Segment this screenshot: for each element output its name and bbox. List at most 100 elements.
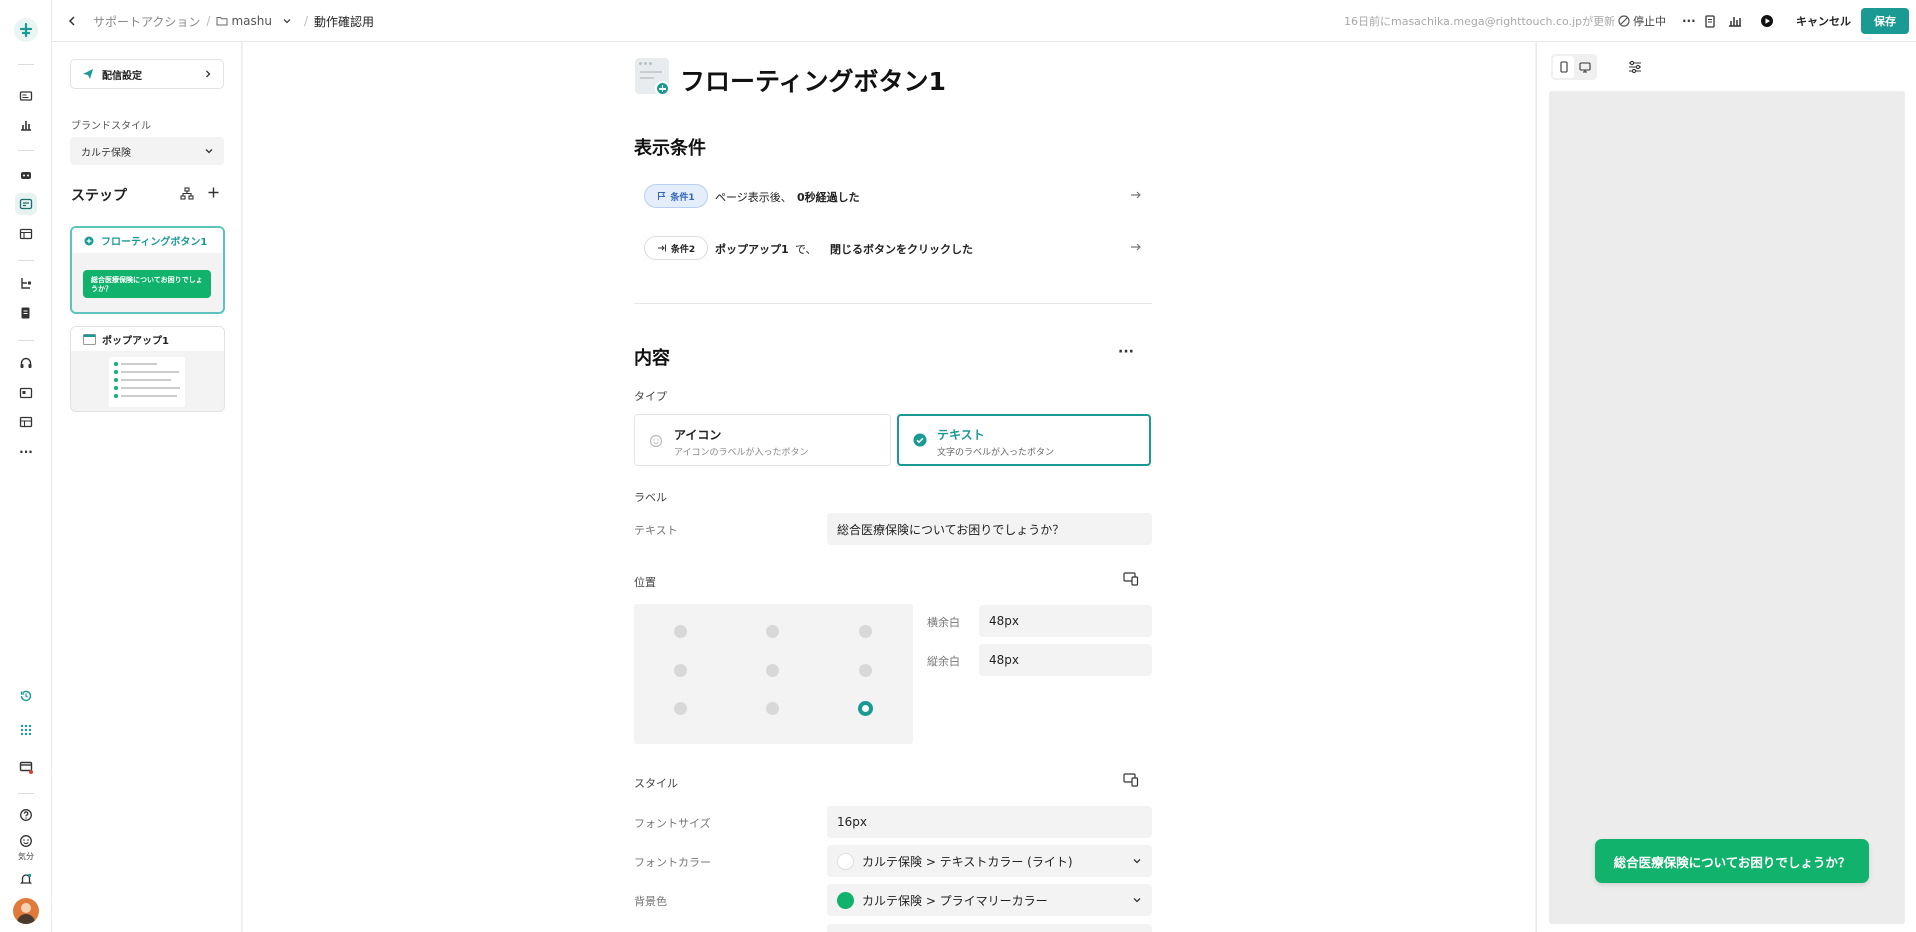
hierarchy-icon[interactable] [180,187,194,200]
save-button[interactable]: 保存 [1861,8,1909,34]
back-icon[interactable] [66,0,78,42]
step-card-floating-button[interactable]: フローティングボタン1 総合医療保険についてお困りでしょうか？ [70,226,225,314]
steps-title: ステップ [71,188,127,204]
responsive-icon[interactable] [1123,773,1139,787]
h-margin-input[interactable]: 48px [979,605,1152,637]
cancel-button[interactable]: キャンセル [1796,0,1851,42]
table-icon[interactable] [15,411,37,433]
label-text-input[interactable]: 総合医療保険についてお困りでしょうか？ [827,513,1152,545]
font-color-select[interactable]: カルテ保険 > テキストカラー (ライト) [827,845,1152,877]
updated-text: 16日前にmasachika.mega@righttouch.co.jpが更新 [1344,15,1616,28]
condition-badge: 条件2 [644,236,708,260]
chevron-down-icon [204,146,214,156]
add-circle-icon [84,236,94,246]
type-label: タイプ [634,390,667,403]
position-option[interactable] [674,625,687,638]
text-field-label: テキスト [634,524,678,537]
desktop-icon[interactable] [1575,56,1595,78]
font-size-input[interactable]: 16px [827,806,1152,838]
steps-panel: 配信設定 ブランドスタイル カルテ保険 ステップ フローティングボタン1 総合医… [52,42,242,932]
position-option[interactable] [766,664,779,677]
position-option[interactable] [674,702,687,715]
condition-target: ポップアップ1 [715,243,789,256]
app-root: ··· 気分 サポートアクション / mashu / 動作確認用 16日前にma… [0,0,1916,932]
conditions-heading: 表示条件 [634,138,706,159]
play-icon[interactable] [1760,0,1774,42]
hierarchy-icon[interactable] [15,272,37,294]
layout-icon[interactable] [15,223,37,245]
arrow-right-icon[interactable] [1130,242,1142,252]
font-color-value: カルテ保険 > テキストカラー (ライト) [862,854,1073,869]
settings-sliders-icon[interactable] [1628,60,1642,74]
condition-row[interactable]: 条件2 ポップアップ1 で、 閉じるボタンをクリックした [634,232,1152,266]
robot-icon[interactable] [15,164,37,186]
delivery-settings-button[interactable]: 配信設定 [70,59,224,89]
condition-row[interactable]: 条件1 ページ表示後、 0秒経過した [634,180,1152,214]
type-option-title: テキスト [937,428,985,442]
breadcrumb-page: 動作確認用 [314,14,375,29]
position-option-selected[interactable] [858,701,873,716]
mobile-icon[interactable] [1553,56,1574,78]
headset-icon[interactable] [15,352,37,374]
position-option[interactable] [766,625,779,638]
breadcrumb-folder[interactable]: mashu [231,14,272,28]
history-icon[interactable] [15,685,37,707]
condition-text: で、 [795,243,817,256]
logo-icon[interactable] [14,18,38,42]
help-icon[interactable] [15,804,37,826]
type-option-text[interactable]: テキスト 文字のラベルが入ったボタン [897,414,1151,466]
step-card-popup[interactable]: ポップアップ1 [70,326,225,412]
document-icon[interactable] [1704,0,1716,42]
window-icon[interactable] [15,756,37,778]
position-option[interactable] [859,625,872,638]
more-menu-button[interactable]: ··· [1682,0,1696,42]
position-grid[interactable] [634,604,913,744]
position-heading: 位置 [634,576,656,589]
analytics-icon[interactable] [1728,0,1742,42]
mood-label: 気分 [18,852,34,861]
more-icon[interactable]: ··· [15,441,37,463]
position-option[interactable] [766,702,779,715]
grid-icon[interactable] [15,719,37,741]
add-step-button[interactable] [207,186,220,199]
step-name: ポップアップ1 [102,335,169,347]
template-icon[interactable] [15,382,37,404]
arrow-right-icon[interactable] [1130,190,1142,200]
bg-color-select[interactable]: カルテ保険 > プライマリーカラー [827,884,1152,916]
folder-icon [216,16,228,26]
status-badge[interactable]: 停止中 [1618,0,1666,42]
type-option-icon[interactable]: アイコン アイコンのラベルが入ったボタン [634,414,891,466]
type-option-title: アイコン [674,428,722,442]
position-option[interactable] [674,664,687,677]
check-circle-icon [913,433,927,447]
chevron-down-icon [1132,856,1142,866]
style-heading: スタイル [634,777,678,790]
status-text: 停止中 [1633,15,1666,28]
divider [634,303,1152,304]
bell-icon[interactable] [15,868,37,890]
brand-style-label: ブランドスタイル [71,121,151,132]
responsive-icon[interactable] [1123,572,1139,586]
preview-floating-button[interactable]: 総合医療保険についてお困りでしょうか？ [1595,839,1869,883]
content-more-button[interactable]: ··· [1118,344,1134,360]
editor-main: フローティングボタン1 表示条件 条件1 ページ表示後、 0秒経過した 条件2 … [243,42,1535,932]
step-preview-button: 総合医療保険についてお困りでしょうか？ [83,270,211,298]
flow-icon[interactable] [15,193,37,215]
brand-style-value: カルテ保険 [81,147,131,159]
type-option-desc: アイコンのラベルが入ったボタン [674,448,809,458]
position-option[interactable] [859,664,872,677]
chart-icon[interactable] [15,114,37,136]
mood-icon[interactable] [15,830,37,852]
v-margin-input[interactable]: 48px [979,644,1152,676]
breadcrumb-root[interactable]: サポートアクション [93,13,200,30]
avatar[interactable] [13,898,39,924]
document-icon[interactable] [15,302,37,324]
breadcrumb: サポートアクション / mashu / 動作確認用 [93,13,375,30]
chevron-down-icon[interactable] [282,16,292,26]
brand-style-select[interactable]: カルテ保険 [70,137,224,165]
chevron-right-icon [203,69,213,79]
h-margin-label: 横余白 [927,616,960,629]
label-text-value: 総合医療保険についてお困りでしょうか？ [837,522,1065,537]
card-icon[interactable] [15,85,37,107]
v-margin-label: 縦余白 [927,655,960,668]
